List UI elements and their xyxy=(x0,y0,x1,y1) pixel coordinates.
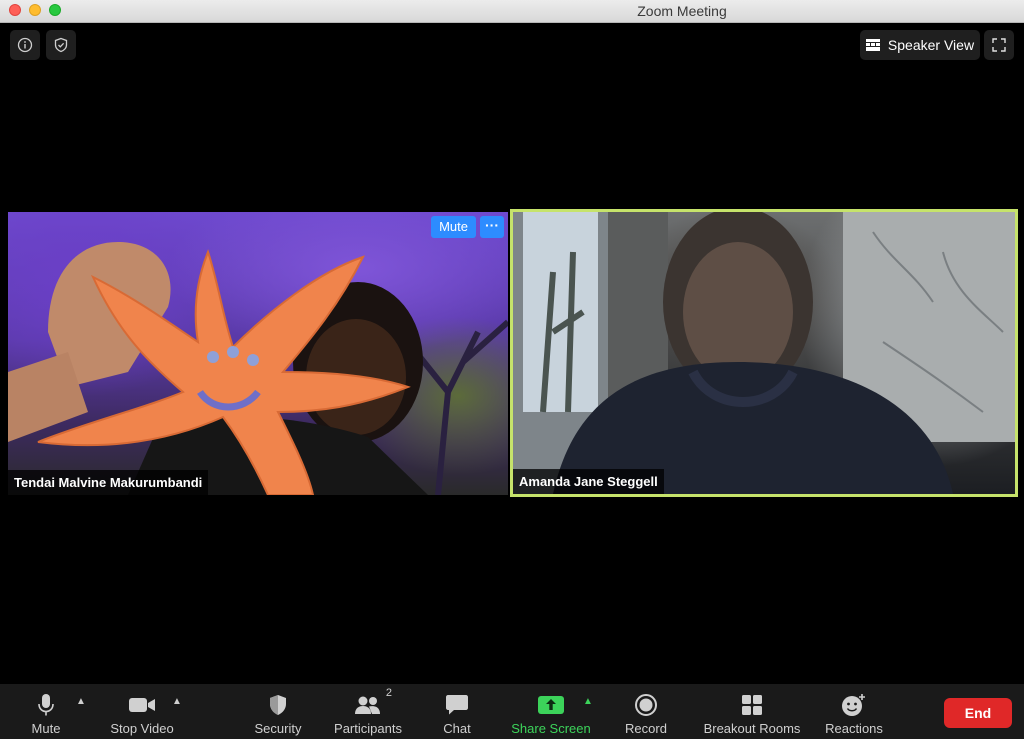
fullscreen-button[interactable] xyxy=(984,30,1014,60)
active-speaker-video-tile[interactable]: Amanda Jane Steggell xyxy=(510,209,1018,497)
smiley-plus-icon xyxy=(842,694,865,716)
info-icon xyxy=(17,37,33,53)
chat-button[interactable]: Chat xyxy=(436,684,478,739)
end-meeting-button[interactable]: End xyxy=(944,698,1012,728)
shield-check-icon xyxy=(54,37,68,53)
record-label: Record xyxy=(625,721,667,736)
reactions-label: Reactions xyxy=(825,721,883,736)
window-title: Zoom Meeting xyxy=(637,3,727,19)
breakout-rooms-icon xyxy=(742,695,762,715)
breakout-rooms-label: Breakout Rooms xyxy=(703,721,801,736)
record-icon xyxy=(635,694,657,716)
stop-video-button[interactable]: Stop Video xyxy=(104,684,180,739)
mute-label: Mute xyxy=(31,721,61,736)
participant-video-feed xyxy=(513,212,1015,494)
share-screen-button[interactable]: Share Screen xyxy=(506,684,596,739)
audio-options-chevron-up-icon[interactable]: ▲ xyxy=(76,696,86,707)
participants-icon xyxy=(355,696,380,714)
participant-more-options-button[interactable]: ··· xyxy=(480,216,504,238)
breakout-rooms-button[interactable]: Breakout Rooms xyxy=(698,684,806,739)
participant-video-tile[interactable]: Mute ··· Tendai Malvine Makurumbandi xyxy=(8,212,508,495)
meeting-toolbar: Mute ▲ Stop Video ▲ Security 2 Participa… xyxy=(0,684,1024,739)
zoom-meeting-window: Zoom Meeting Speaker View Mute ··· Tenda… xyxy=(0,0,1024,739)
security-button[interactable]: Security xyxy=(248,684,308,739)
speaker-view-label: Speaker View xyxy=(887,37,975,53)
video-options-chevron-up-icon[interactable]: ▲ xyxy=(172,696,182,707)
participants-button[interactable]: 2 Participants xyxy=(328,684,408,739)
chat-bubble-icon xyxy=(446,695,468,715)
title-bar: Zoom Meeting xyxy=(0,0,1024,23)
grid-view-icon xyxy=(865,39,880,51)
speaker-view-button[interactable]: Speaker View xyxy=(860,30,980,60)
share-options-chevron-up-icon[interactable]: ▲ xyxy=(583,696,593,707)
share-screen-label: Share Screen xyxy=(511,721,591,736)
video-camera-icon xyxy=(129,698,155,712)
fullscreen-icon xyxy=(992,38,1006,52)
encryption-status-button[interactable] xyxy=(46,30,76,60)
stop-video-label: Stop Video xyxy=(110,721,174,736)
microphone-icon xyxy=(38,694,54,716)
participant-video-feed xyxy=(8,212,508,495)
participants-label: Participants xyxy=(334,721,402,736)
participant-video-image xyxy=(513,212,1015,494)
participant-mute-button[interactable]: Mute xyxy=(431,216,476,238)
reactions-button[interactable]: Reactions xyxy=(820,684,888,739)
participant-video-image xyxy=(8,242,508,495)
participant-name-label: Amanda Jane Steggell xyxy=(513,469,664,494)
chat-label: Chat xyxy=(443,721,471,736)
meeting-info-button[interactable] xyxy=(10,30,40,60)
record-button[interactable]: Record xyxy=(620,684,672,739)
share-screen-icon xyxy=(538,696,564,714)
participants-count-badge: 2 xyxy=(385,687,392,699)
mute-button[interactable]: Mute xyxy=(22,684,70,739)
shield-icon xyxy=(270,695,286,715)
security-label: Security xyxy=(254,721,302,736)
participant-name-label: Tendai Malvine Makurumbandi xyxy=(8,470,209,495)
